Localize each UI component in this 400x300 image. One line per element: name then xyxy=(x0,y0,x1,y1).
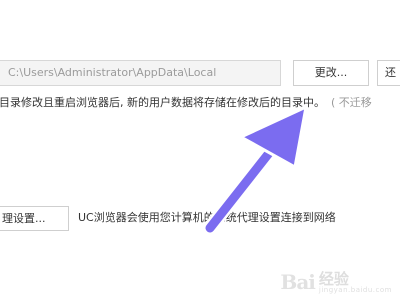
no-migrate-hint: ( 不迁移 xyxy=(331,96,372,109)
watermark-logo: Bai xyxy=(280,270,315,294)
path-change-note-text: 目录修改且重启浏览器后, 新的用户数据将存储在修改后的目录中。 xyxy=(0,96,325,109)
restore-button-partial[interactable]: 还 xyxy=(377,60,400,86)
change-path-button[interactable]: 更改... xyxy=(293,60,369,86)
arrow-icon xyxy=(203,105,308,235)
pointer-arrow-annotation xyxy=(203,105,308,235)
proxy-description: UC浏览器会使用您计算机的系统代理设置连接到网络 xyxy=(78,211,336,224)
path-change-note: 目录修改且重启浏览器后, 新的用户数据将存储在修改后的目录中。 ( 不迁移 xyxy=(0,96,400,110)
baidu-jingyan-watermark: Bai 经验 jingyan.baidu.com xyxy=(280,270,392,294)
watermark-text: 经验 xyxy=(318,270,349,288)
proxy-settings-button[interactable]: 理设置... xyxy=(0,206,69,231)
settings-panel: C:\Users\Administrator\AppData\Local 更改.… xyxy=(0,0,400,300)
watermark-url: jingyan.baidu.com xyxy=(318,286,392,294)
user-data-path-field[interactable]: C:\Users\Administrator\AppData\Local xyxy=(0,60,281,86)
